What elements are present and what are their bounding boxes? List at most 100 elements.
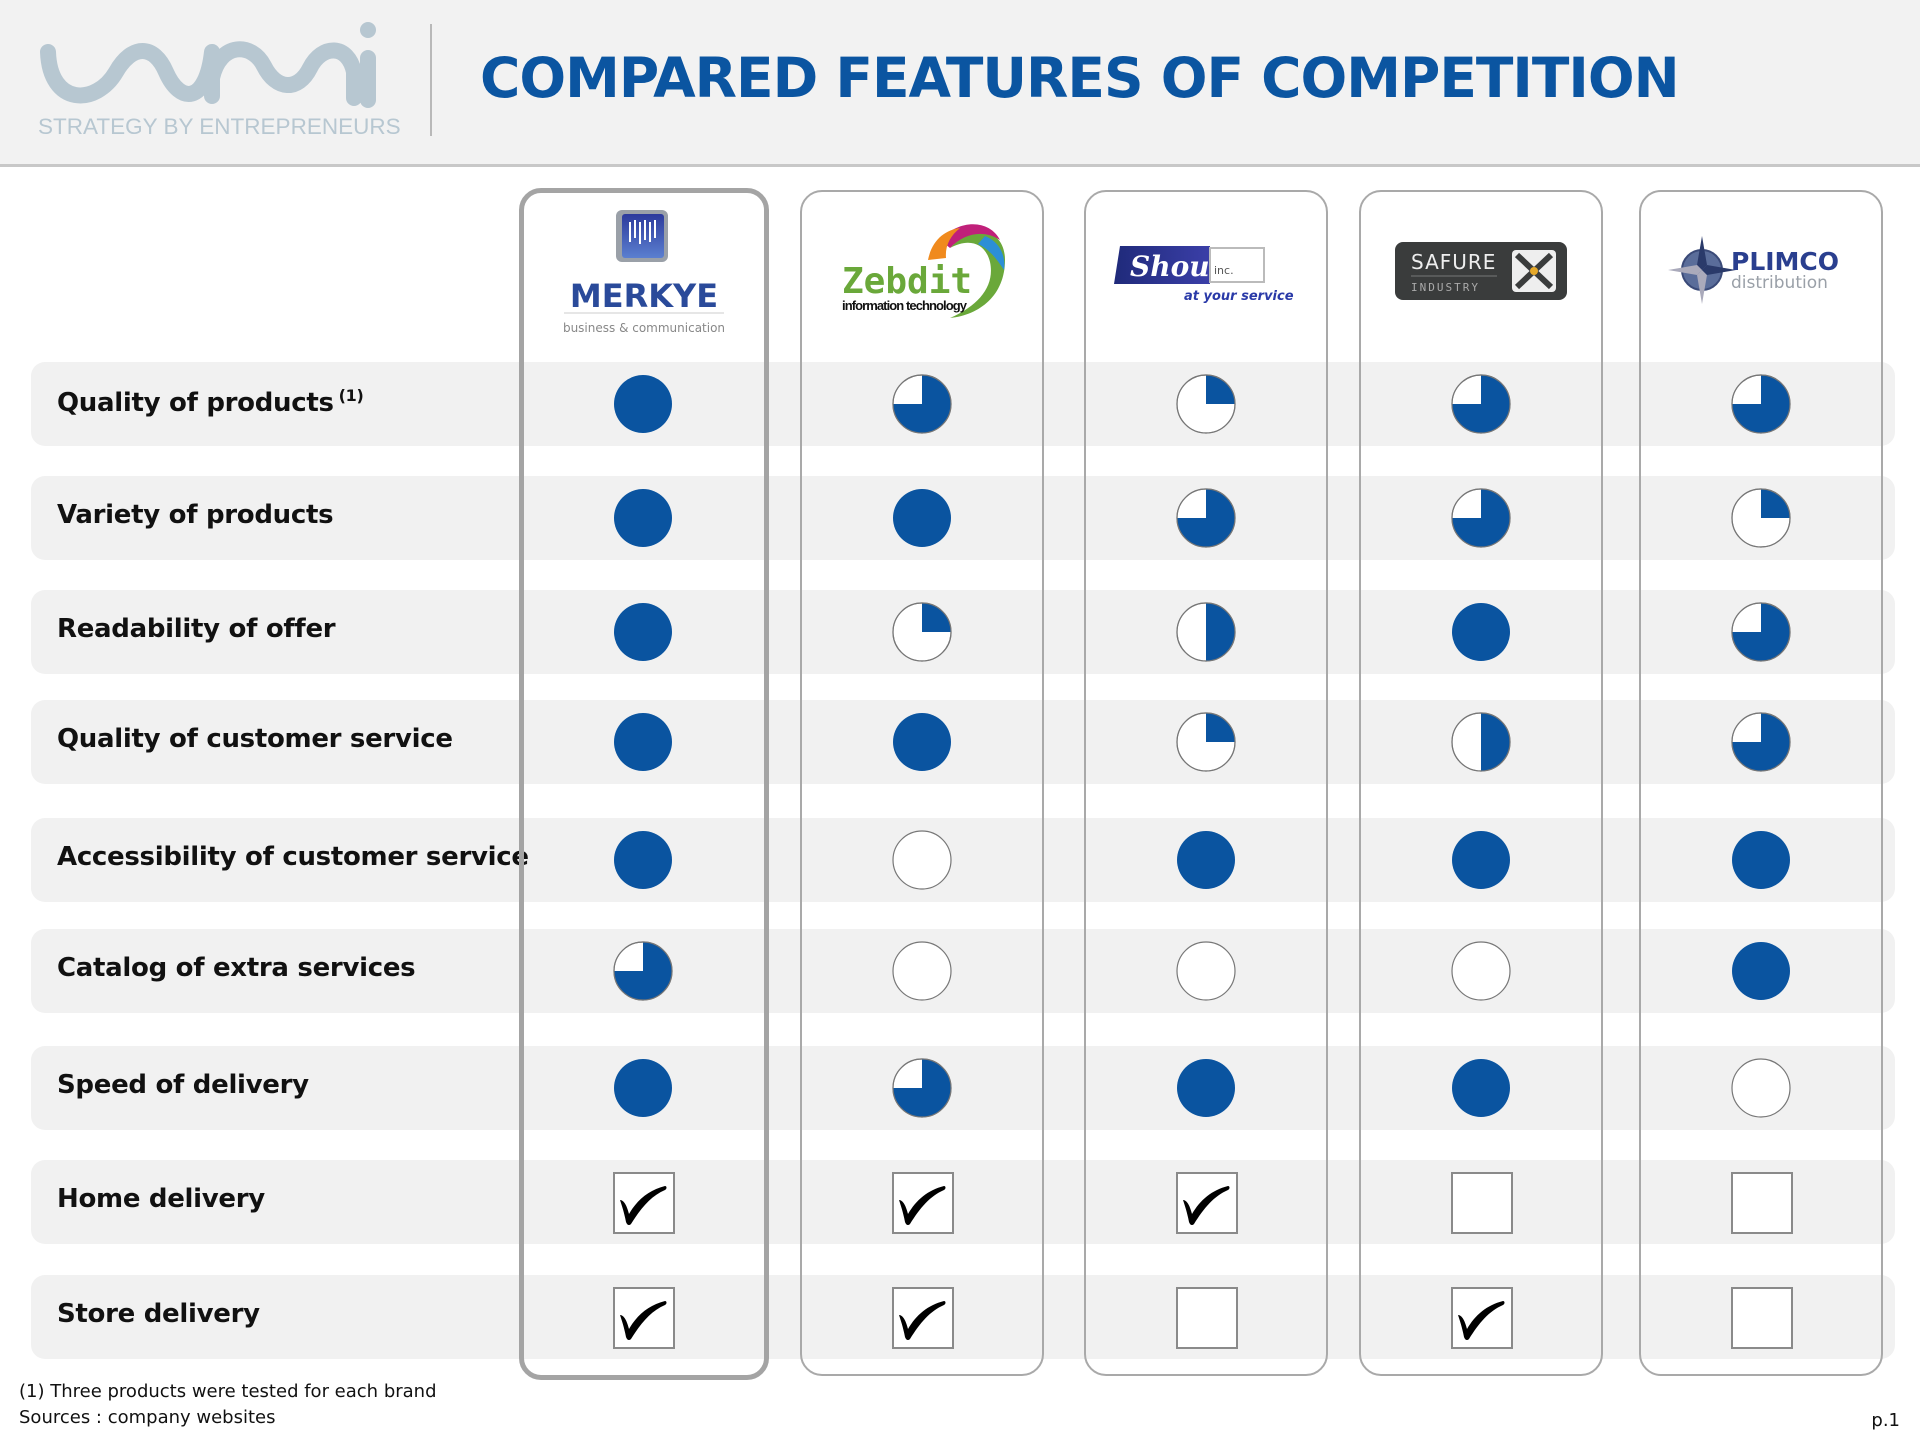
header: STRATEGY BY ENTREPRENEURS COMPARED FEATU…	[0, 0, 1920, 167]
harvey-ball-icon	[614, 489, 672, 547]
harvey-ball-outline	[893, 489, 951, 547]
checkbox-empty	[1176, 1287, 1238, 1349]
checkbox-checked	[613, 1172, 675, 1234]
harvey-ball-icon	[614, 713, 672, 771]
harvey-ball-icon	[1176, 374, 1236, 434]
page-number: p.1	[1871, 1410, 1900, 1431]
harvey-ball-outline	[892, 830, 952, 890]
plimco-wordmark: PLIMCO	[1731, 247, 1839, 276]
harvey-ball-icon	[1731, 488, 1791, 548]
footnote: (1) Three products were tested for each …	[19, 1381, 437, 1402]
harvey-ball-outline	[1177, 1059, 1235, 1117]
checkbox-checked	[613, 1287, 675, 1349]
wmi-logo: STRATEGY BY ENTREPRENEURS	[36, 22, 401, 140]
feature-label-text: Home delivery	[57, 1184, 265, 1214]
harvey-ball-icon	[892, 830, 952, 890]
feature-label-text: Speed of delivery	[57, 1070, 309, 1100]
feature-label: Home delivery	[57, 1184, 265, 1214]
harvey-ball-outline	[614, 489, 672, 547]
safure-logo-icon: SAFURE INDUSTRY	[1395, 242, 1567, 300]
harvey-ball-icon	[1731, 374, 1791, 434]
feature-label-text: Variety of products	[57, 500, 334, 530]
feature-label-text: Readability of offer	[57, 614, 336, 644]
feature-label: Variety of products	[57, 500, 334, 530]
harvey-ball-icon	[1176, 941, 1236, 1001]
checkmark-icon	[1183, 1186, 1230, 1226]
harvey-ball-icon	[1452, 1059, 1510, 1117]
page-title: COMPARED FEATURES OF COMPETITION	[480, 46, 1680, 110]
merkye-wordmark: MERKYE	[570, 277, 718, 315]
harvey-ball-icon	[1452, 603, 1510, 661]
merkye-cube-icon: MERKYE business & communication	[563, 210, 725, 335]
harvey-ball-icon	[1731, 602, 1791, 662]
feature-label-text: Store delivery	[57, 1299, 260, 1329]
checkbox-checked	[892, 1287, 954, 1349]
harvey-ball-outline	[1176, 941, 1236, 1001]
brand-logo-plimco: PLIMCO distribution	[1639, 200, 1883, 350]
harvey-ball-icon	[613, 941, 673, 1001]
harvey-ball-icon	[893, 489, 951, 547]
harvey-ball-outline	[1451, 941, 1511, 1001]
harvey-ball-outline	[614, 831, 672, 889]
harvey-ball-icon	[1451, 712, 1511, 772]
harvey-ball-icon	[1176, 712, 1236, 772]
feature-label: Readability of offer	[57, 614, 336, 644]
checkbox-checked	[892, 1172, 954, 1234]
zebdit-tagline: information technology	[842, 298, 968, 313]
harvey-ball-outline	[1732, 942, 1790, 1000]
harvey-ball-icon	[1451, 374, 1511, 434]
wmi-logo-icon	[40, 22, 376, 108]
brand-logo-shoutie: Shoutie inc. at your service	[1084, 200, 1328, 350]
brand-logo-safure: SAFURE INDUSTRY	[1359, 200, 1603, 350]
shoutie-tagline: at your service	[1184, 289, 1294, 304]
harvey-ball-icon	[1452, 831, 1510, 889]
plimco-tagline: distribution	[1731, 273, 1828, 293]
brand-logo-zebdit: Zebdit information technology	[800, 200, 1044, 350]
checkbox-empty	[1731, 1287, 1793, 1349]
zebdit-wordmark: Zebdit	[842, 261, 972, 302]
brand-logo-merkye: MERKYE business & communication	[519, 200, 769, 350]
feature-label: Quality of products (1)	[57, 386, 364, 418]
harvey-ball-icon	[1731, 712, 1791, 772]
feature-label-text: Catalog of extra services	[57, 953, 416, 983]
harvey-ball-icon	[1451, 488, 1511, 548]
checkbox-empty	[1731, 1172, 1793, 1234]
harvey-ball-icon	[1177, 831, 1235, 889]
footnote-marker: (1)	[338, 386, 364, 405]
harvey-ball-icon	[614, 1059, 672, 1117]
harvey-ball-outline	[892, 941, 952, 1001]
checkmark-icon	[899, 1186, 946, 1226]
harvey-ball-icon	[1176, 602, 1236, 662]
harvey-ball-icon	[1732, 942, 1790, 1000]
harvey-ball-icon	[1732, 831, 1790, 889]
harvey-ball-outline	[614, 603, 672, 661]
harvey-ball-icon	[1177, 1059, 1235, 1117]
harvey-ball-outline	[1452, 603, 1510, 661]
checkbox-empty	[1451, 1172, 1513, 1234]
checkmark-icon	[899, 1301, 946, 1341]
feature-label-text: Quality of customer service	[57, 724, 453, 754]
checkbox-checked	[1451, 1287, 1513, 1349]
safure-wordmark: SAFURE	[1411, 250, 1496, 274]
harvey-ball-outline	[1177, 831, 1235, 889]
shoutie-logo-icon: Shoutie inc. at your service	[1114, 246, 1294, 304]
harvey-ball-outline	[614, 713, 672, 771]
harvey-ball-icon	[614, 603, 672, 661]
shoutie-suffix: inc.	[1214, 264, 1234, 277]
merkye-tagline: business & communication	[563, 321, 725, 335]
harvey-ball-fill	[1481, 713, 1510, 771]
feature-label: Accessibility of customer service	[57, 842, 529, 872]
feature-label: Speed of delivery	[57, 1070, 309, 1100]
harvey-ball-outline	[614, 375, 672, 433]
feature-label-text: Quality of products	[57, 388, 334, 418]
harvey-ball-outline	[1452, 831, 1510, 889]
harvey-ball-outline	[1731, 1058, 1791, 1118]
checkmark-icon	[1458, 1301, 1505, 1341]
harvey-ball-icon	[1176, 488, 1236, 548]
safure-tagline: INDUSTRY	[1411, 281, 1480, 294]
harvey-ball-icon	[614, 375, 672, 433]
harvey-ball-outline	[1732, 831, 1790, 889]
harvey-ball-outline	[1452, 1059, 1510, 1117]
feature-label: Catalog of extra services	[57, 953, 416, 983]
feature-label-text: Accessibility of customer service	[57, 842, 529, 872]
